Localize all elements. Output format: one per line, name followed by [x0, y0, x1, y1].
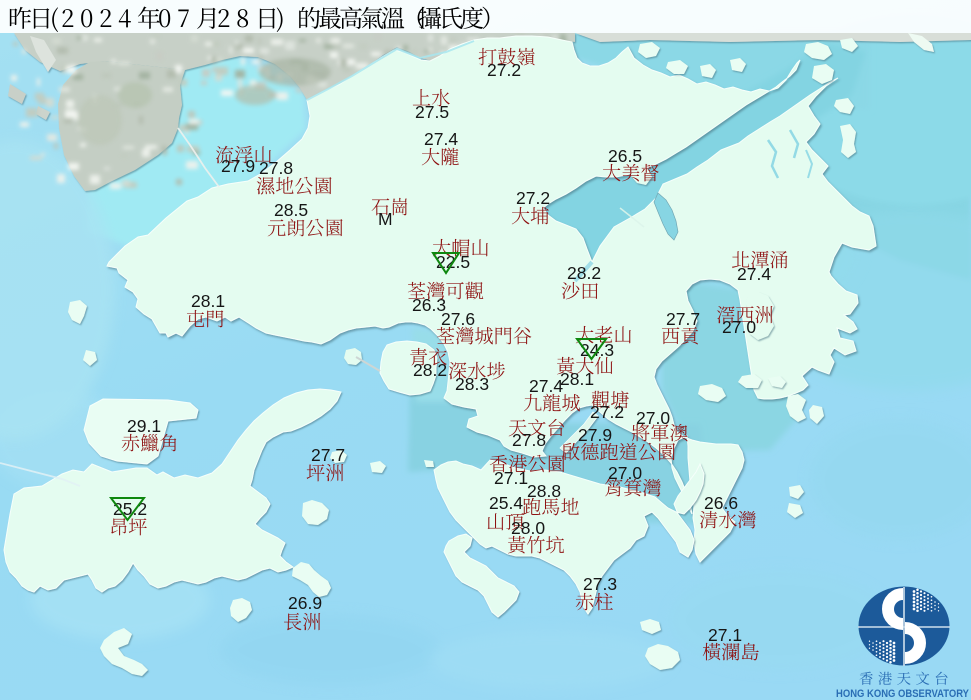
svg-text:27.6: 27.6: [441, 309, 475, 329]
svg-text:28.2: 28.2: [567, 263, 601, 283]
svg-text:27.1: 27.1: [494, 468, 528, 488]
svg-text:27.4: 27.4: [424, 129, 458, 149]
svg-text:28.5: 28.5: [274, 200, 308, 220]
svg-text:27.8: 27.8: [259, 158, 293, 178]
svg-text:27.7: 27.7: [666, 309, 700, 329]
svg-text:27.5: 27.5: [415, 102, 449, 122]
svg-text:27.2: 27.2: [487, 60, 521, 80]
svg-text:26.6: 26.6: [704, 493, 738, 513]
svg-text:25.4: 25.4: [489, 493, 523, 513]
svg-text:27.0: 27.0: [636, 408, 670, 428]
svg-text:27.0: 27.0: [722, 317, 756, 337]
svg-text:27.2: 27.2: [590, 402, 624, 422]
svg-text:28.1: 28.1: [191, 291, 225, 311]
svg-text:26.5: 26.5: [608, 146, 642, 166]
svg-text:HONG KONG OBSERVATORY: HONG KONG OBSERVATORY: [836, 688, 970, 700]
svg-text:26.9: 26.9: [288, 593, 322, 613]
svg-text:27.3: 27.3: [583, 574, 617, 594]
svg-text:27.4: 27.4: [737, 264, 771, 284]
svg-text:28.8: 28.8: [527, 481, 561, 501]
svg-text:27.4: 27.4: [529, 376, 563, 396]
svg-text:27.2: 27.2: [516, 188, 550, 208]
svg-text:28.2: 28.2: [413, 360, 447, 380]
svg-text:27.9: 27.9: [578, 425, 612, 445]
svg-text:27.9: 27.9: [221, 156, 255, 176]
svg-text:27.0: 27.0: [608, 463, 642, 483]
svg-text:27.1: 27.1: [708, 625, 742, 645]
svg-text:M: M: [378, 209, 393, 229]
svg-text:28.3: 28.3: [455, 374, 489, 394]
svg-text:29.1: 29.1: [127, 416, 161, 436]
svg-text:27.7: 27.7: [311, 445, 345, 465]
svg-text:28.1: 28.1: [560, 369, 594, 389]
svg-text:28.0: 28.0: [511, 518, 545, 538]
svg-text:27.8: 27.8: [512, 430, 546, 450]
